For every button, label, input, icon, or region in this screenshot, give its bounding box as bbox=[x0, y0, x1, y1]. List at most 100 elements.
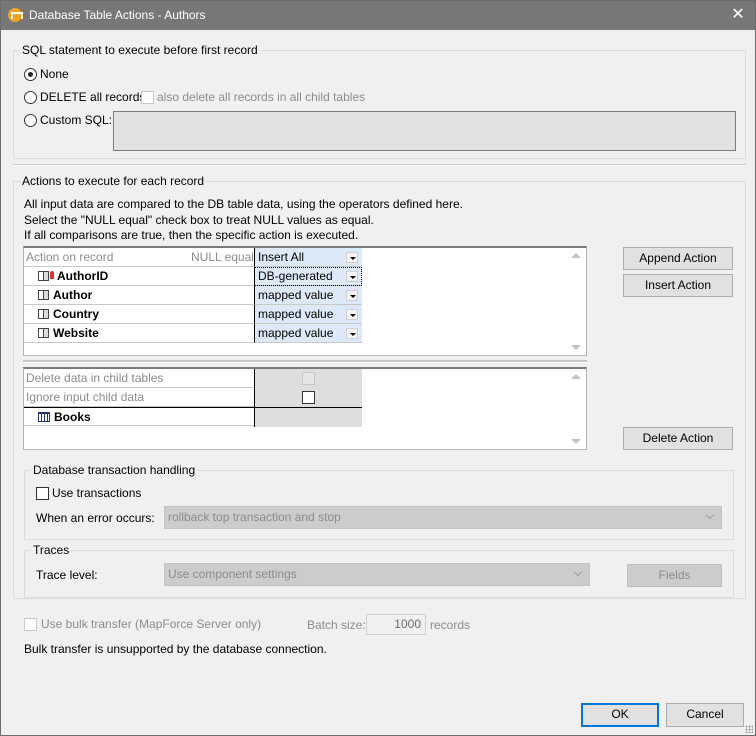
ignore-child-data-checkbox[interactable] bbox=[302, 391, 315, 404]
field-value-select[interactable]: mapped value bbox=[254, 305, 362, 324]
error-handling-select[interactable]: rollback top transaction and stop bbox=[164, 506, 722, 529]
custom-sql-input[interactable] bbox=[113, 111, 736, 151]
resize-grip-icon[interactable] bbox=[745, 725, 753, 733]
close-icon[interactable]: ✕ bbox=[727, 4, 749, 26]
child-option-cell bbox=[254, 388, 362, 407]
field-row-website: Website mapped value bbox=[24, 324, 362, 343]
description-line: Select the "NULL equal" check box to tre… bbox=[24, 212, 374, 227]
field-name-text: Website bbox=[53, 326, 99, 340]
child-delete-option[interactable]: also delete all records in all child tab… bbox=[141, 90, 365, 104]
field-value-text: mapped value bbox=[258, 307, 334, 321]
use-transactions-option[interactable]: Use transactions bbox=[36, 486, 141, 500]
column-icon bbox=[38, 290, 49, 300]
chevron-down-icon bbox=[705, 510, 715, 520]
scroll-up-icon[interactable] bbox=[571, 374, 581, 379]
transaction-group-label: Database transaction handling bbox=[31, 463, 198, 477]
ok-button[interactable]: OK bbox=[581, 703, 659, 727]
dropdown-arrow-icon[interactable] bbox=[346, 290, 358, 301]
radio-custom-label: Custom SQL: bbox=[40, 113, 113, 127]
append-action-button[interactable]: Append Action bbox=[623, 247, 733, 270]
grid-splitter[interactable] bbox=[23, 360, 587, 363]
window-title: Database Table Actions - Authors bbox=[29, 8, 206, 22]
fields-button[interactable]: Fields bbox=[627, 564, 722, 587]
child-option-label: Delete data in child tables bbox=[26, 371, 164, 385]
dialog-window: Database Table Actions - Authors ✕ SQL s… bbox=[0, 0, 756, 736]
radio-none[interactable]: None bbox=[24, 67, 69, 81]
field-row-country: Country mapped value bbox=[24, 305, 362, 324]
description-line: All input data are compared to the DB ta… bbox=[24, 197, 463, 211]
scroll-down-icon[interactable] bbox=[571, 439, 581, 444]
sql-group-label: SQL statement to execute before first re… bbox=[20, 43, 260, 57]
bulk-transfer-option[interactable]: Use bulk transfer (MapForce Server only) bbox=[24, 617, 261, 631]
bulk-transfer-checkbox[interactable] bbox=[24, 617, 37, 631]
radio-dot[interactable] bbox=[24, 113, 37, 127]
dropdown-arrow-icon[interactable] bbox=[346, 252, 358, 263]
radio-dot[interactable] bbox=[24, 90, 37, 104]
column-icon bbox=[38, 328, 49, 338]
batch-size-label: Batch size: bbox=[307, 618, 366, 632]
field-row-authorid: AuthorID DB-generated bbox=[24, 267, 362, 286]
error-handling-value: rollback top transaction and stop bbox=[168, 510, 341, 524]
child-table-row: Books bbox=[24, 407, 362, 427]
chevron-down-icon bbox=[573, 567, 583, 577]
bulk-note: Bulk transfer is unsupported by the data… bbox=[24, 642, 327, 656]
grid-header-row: Action on record NULL equal Insert All bbox=[24, 248, 362, 267]
dropdown-arrow-icon[interactable] bbox=[346, 271, 358, 282]
field-value-select[interactable]: mapped value bbox=[254, 324, 362, 343]
mapforce-app-icon bbox=[8, 8, 23, 22]
insert-action-button[interactable]: Insert Action bbox=[623, 274, 733, 297]
field-name-text: AuthorID bbox=[57, 269, 109, 283]
delete-action-button[interactable]: Delete Action bbox=[623, 427, 733, 450]
title-bar: Database Table Actions - Authors ✕ bbox=[1, 1, 755, 30]
transaction-group: Database transaction handling bbox=[24, 463, 734, 540]
actions-group-label: Actions to execute for each record bbox=[20, 174, 207, 188]
traces-group-label: Traces bbox=[31, 543, 72, 557]
use-transactions-label: Use transactions bbox=[52, 486, 142, 500]
field-name: AuthorID bbox=[24, 267, 108, 286]
actions-grid[interactable]: Action on record NULL equal Insert All A… bbox=[23, 246, 587, 356]
cancel-button[interactable]: Cancel bbox=[666, 703, 744, 727]
child-table-name[interactable]: Books bbox=[24, 408, 91, 427]
child-option-row: Delete data in child tables bbox=[24, 369, 362, 388]
field-value-text: DB-generated bbox=[258, 269, 333, 283]
field-value-text: mapped value bbox=[258, 288, 334, 302]
delete-child-data-checkbox[interactable] bbox=[302, 372, 315, 385]
primary-key-icon bbox=[50, 271, 54, 279]
trace-level-select[interactable]: Use component settings bbox=[164, 563, 590, 586]
child-table-text: Books bbox=[54, 410, 91, 424]
field-value-select[interactable]: DB-generated bbox=[254, 267, 362, 286]
bulk-transfer-label: Use bulk transfer (MapForce Server only) bbox=[41, 617, 262, 631]
description-line: If all comparisons are true, then the sp… bbox=[24, 228, 359, 242]
trace-level-label: Trace level: bbox=[36, 568, 98, 582]
field-name-text: Author bbox=[53, 288, 93, 302]
field-name-text: Country bbox=[53, 307, 99, 321]
column-icon bbox=[38, 271, 49, 281]
scroll-down-icon[interactable] bbox=[571, 345, 581, 350]
radio-dot[interactable] bbox=[24, 67, 37, 81]
use-transactions-checkbox[interactable] bbox=[36, 486, 49, 500]
field-row-author: Author mapped value bbox=[24, 286, 362, 305]
field-name: Country bbox=[24, 305, 99, 324]
action-select-value: Insert All bbox=[258, 250, 305, 264]
field-value-select[interactable]: mapped value bbox=[254, 286, 362, 305]
child-delete-label: also delete all records in all child tab… bbox=[157, 90, 366, 104]
scroll-up-icon[interactable] bbox=[571, 253, 581, 258]
error-label: When an error occurs: bbox=[36, 511, 155, 525]
child-option-label: Ignore input child data bbox=[26, 390, 145, 404]
field-name: Author bbox=[24, 286, 92, 305]
action-select[interactable]: Insert All bbox=[254, 248, 362, 267]
null-equal-label: NULL equal bbox=[191, 250, 254, 264]
child-grid[interactable]: Delete data in child tables Ignore input… bbox=[23, 367, 587, 450]
field-name: Website bbox=[24, 324, 99, 343]
radio-custom-sql[interactable]: Custom SQL: bbox=[24, 113, 112, 127]
batch-unit-label: records bbox=[430, 618, 471, 632]
child-delete-checkbox[interactable] bbox=[141, 90, 154, 104]
batch-size-input[interactable]: 1000 bbox=[366, 614, 426, 635]
dropdown-arrow-icon[interactable] bbox=[346, 309, 358, 320]
actions-description: All input data are compared to the DB ta… bbox=[24, 197, 463, 244]
section-divider bbox=[13, 164, 746, 166]
column-icon bbox=[38, 309, 49, 319]
dropdown-arrow-icon[interactable] bbox=[346, 328, 358, 339]
action-on-record-label: Action on record bbox=[26, 250, 114, 264]
radio-delete-all[interactable]: DELETE all records bbox=[24, 90, 145, 104]
